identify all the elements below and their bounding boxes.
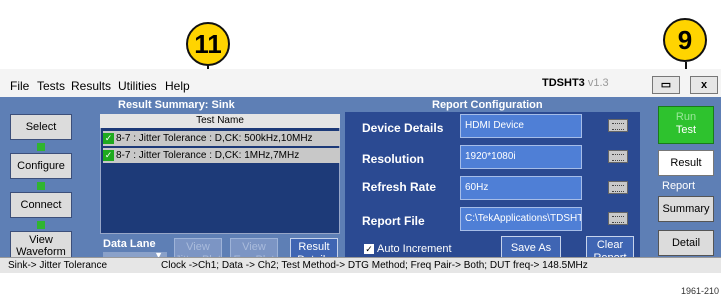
summary-button[interactable]: Summary (658, 196, 714, 222)
data-lane-label: Data Lane (103, 238, 156, 250)
auto-increment-label: Auto Increment (377, 243, 452, 255)
menu-tests[interactable]: Tests (37, 79, 65, 93)
table-row[interactable]: ✓ 8-7 : Jitter Tolerance : D,CK: 500kHz,1… (103, 131, 340, 146)
row-text: 8-7 : Jitter Tolerance : D,CK: 1MHz,7MHz (116, 150, 300, 161)
app-name: TDSHT3 v1.3 (542, 77, 609, 89)
result-button[interactable]: Result (658, 150, 714, 176)
refresh-rate-label: Refresh Rate (362, 180, 437, 194)
result-details-label-1: Result (298, 241, 330, 253)
table-header-test-name: Test Name (100, 114, 340, 128)
report-file-field[interactable]: C:\TekApplications\TDSHT (460, 207, 582, 231)
check-icon[interactable]: ✓ (103, 132, 114, 144)
callout-11: 11 (186, 22, 230, 66)
app-version: v1.3 (587, 77, 609, 89)
check-icon[interactable]: ✓ (103, 149, 114, 161)
run-test-label-2: Test (675, 124, 697, 136)
nav-connector (37, 182, 45, 190)
menu-results[interactable]: Results (71, 79, 111, 93)
resolution-field[interactable]: 1920*1080i (460, 145, 582, 169)
nav-connector (37, 221, 45, 229)
report-file-label: Report File (362, 214, 425, 228)
row-text: 8-7 : Jitter Tolerance : D,CK: 500kHz,10… (116, 133, 313, 144)
status-bar: Sink-> Jitter Tolerance Clock ->Ch1; Dat… (0, 257, 721, 273)
auto-increment-checkbox[interactable]: ✓ Auto Increment (364, 243, 452, 255)
configure-button[interactable]: Configure (10, 153, 72, 179)
status-main: Clock ->Ch1; Data -> Ch2; Test Method-> … (161, 260, 588, 271)
status-left: Sink-> Jitter Tolerance (8, 260, 108, 271)
figure-id: 1961-210 (680, 286, 719, 296)
keyboard-icon[interactable] (608, 119, 628, 132)
menu-utilities[interactable]: Utilities (118, 79, 157, 93)
refresh-rate-field[interactable]: 60Hz (460, 176, 582, 200)
table-row[interactable]: ✓ 8-7 : Jitter Tolerance : D,CK: 1MHz,7MH… (103, 148, 340, 163)
close-button[interactable]: x (690, 76, 718, 94)
nav-connector (37, 143, 45, 151)
detail-button[interactable]: Detail (658, 230, 714, 256)
report-config-title: Report Configuration (432, 99, 543, 111)
view-jitter-plot-label-1: View (186, 241, 210, 253)
select-button[interactable]: Select (10, 114, 72, 140)
run-test-button[interactable]: Run Test (658, 106, 714, 144)
report-group-label: Report (662, 180, 696, 192)
device-details-field[interactable]: HDMI Device (460, 114, 582, 138)
view-waveform-label-1: View (29, 234, 53, 246)
keyboard-icon[interactable] (608, 150, 628, 163)
minimize-button[interactable]: ▭ (652, 76, 680, 94)
connect-button[interactable]: Connect (10, 192, 72, 218)
check-icon: ✓ (364, 244, 374, 255)
save-as-button[interactable]: Save As (501, 236, 561, 258)
clear-report-label-1: Clear (596, 239, 624, 251)
menu-help[interactable]: Help (165, 79, 190, 93)
run-test-label-1: Run (675, 111, 697, 123)
callout-9: 9 (663, 18, 707, 62)
app-name-text: TDSHT3 (542, 77, 585, 89)
resolution-label: Resolution (362, 152, 424, 166)
view-eye-plot-label-1: View (242, 241, 266, 253)
device-details-label: Device Details (362, 121, 444, 135)
keyboard-icon[interactable] (608, 212, 628, 225)
keyboard-icon[interactable] (608, 181, 628, 194)
menu-file[interactable]: File (10, 79, 29, 93)
result-summary-title: Result Summary: Sink (118, 99, 235, 111)
